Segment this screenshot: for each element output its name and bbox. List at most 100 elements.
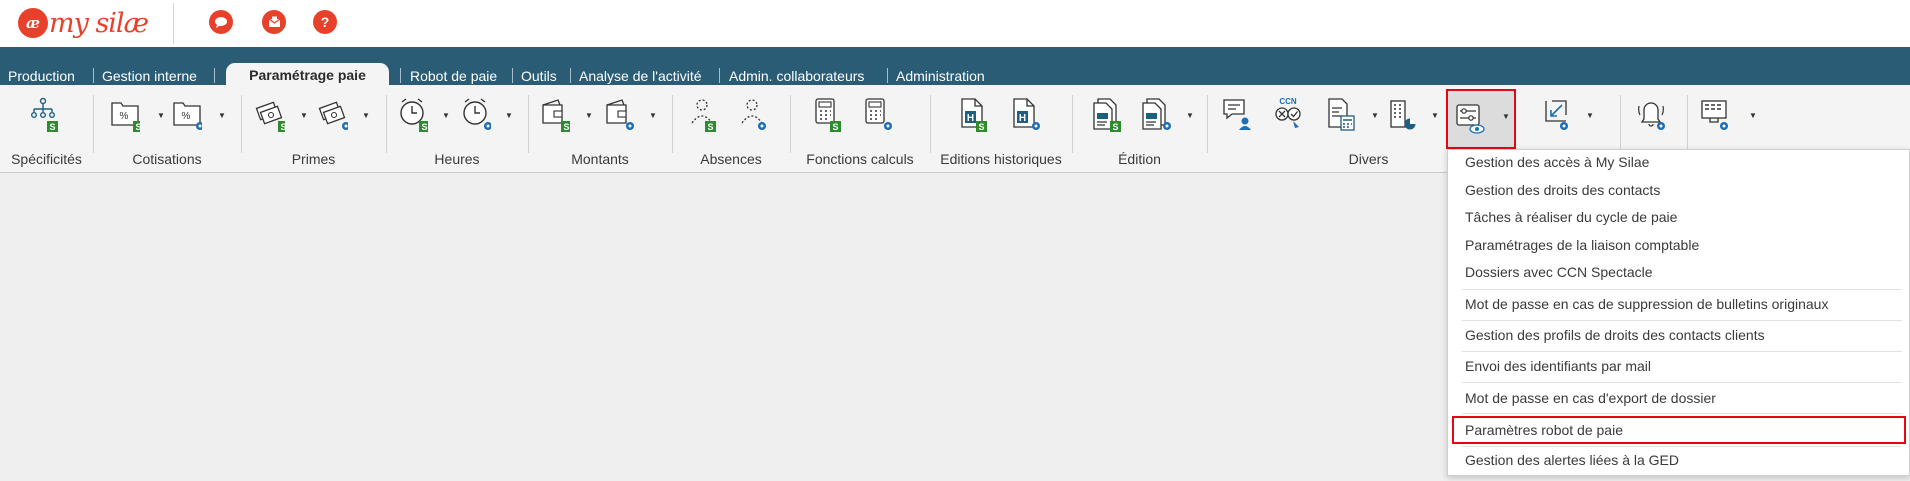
menu-item-droits-contacts[interactable]: Gestion des droits des contacts bbox=[1465, 180, 1660, 200]
chevron-down-icon[interactable]: ▼ bbox=[649, 111, 657, 120]
tab-administration[interactable]: Administration bbox=[896, 67, 985, 85]
mysilae-logo[interactable]: æ my silæ bbox=[18, 8, 149, 39]
tab-robot-de-paie[interactable]: Robot de paie bbox=[410, 67, 497, 85]
wallet-gear-icon bbox=[606, 99, 634, 130]
tab-outils[interactable]: Outils bbox=[521, 67, 557, 85]
svg-text:S: S bbox=[978, 122, 984, 132]
chevron-down-icon[interactable]: ▼ bbox=[157, 111, 165, 120]
fonctions-calculs-standard-button[interactable]: S bbox=[812, 97, 848, 139]
menu-item-ccn-spectacle[interactable]: Dossiers avec CCN Spectacle bbox=[1465, 262, 1653, 282]
group-label-specificites: Spécificités bbox=[11, 151, 82, 167]
tab-separator bbox=[512, 68, 513, 83]
tab-admin-collaborateurs[interactable]: Admin. collaborateurs bbox=[729, 67, 864, 85]
primes-standard-button[interactable]: S ▼ bbox=[255, 97, 308, 139]
folder-percent-icon: % S bbox=[111, 102, 140, 132]
menu-separator bbox=[1462, 289, 1902, 290]
group-label-edition: Édition bbox=[1118, 151, 1161, 167]
chevron-down-icon[interactable]: ▼ bbox=[1502, 112, 1510, 121]
clock-icon: S bbox=[400, 98, 428, 132]
svg-text:S: S bbox=[563, 122, 569, 132]
form-calculator-icon bbox=[1328, 98, 1355, 131]
absent-person-icon: S bbox=[691, 99, 716, 132]
cotisations-custom-button[interactable]: % ▼ bbox=[172, 97, 226, 139]
parametres-divers-button[interactable]: ▼ bbox=[1446, 89, 1516, 149]
group-label-primes: Primes bbox=[291, 151, 336, 167]
svg-text:H: H bbox=[967, 113, 974, 124]
menu-item-envoi-identifiants[interactable]: Envoi des identifiants par mail bbox=[1465, 356, 1651, 376]
folder-percent-gear-icon: % bbox=[173, 102, 202, 130]
logo-mark: æ bbox=[18, 8, 48, 38]
menu-item-acces-my-silae[interactable]: Gestion des accès à My Silae bbox=[1465, 152, 1649, 172]
menu-separator bbox=[1462, 382, 1902, 383]
absences-standard-button[interactable]: S bbox=[688, 97, 724, 139]
menu-item-parametres-robot-paie[interactable]: Paramètres robot de paie bbox=[1465, 420, 1623, 440]
contact-message-button[interactable] bbox=[1222, 97, 1258, 139]
chevron-down-icon[interactable]: ▼ bbox=[1749, 111, 1757, 120]
bell-gear-icon bbox=[1638, 102, 1665, 130]
ccn-icon: CCN bbox=[1275, 97, 1301, 128]
group-separator bbox=[241, 95, 242, 153]
tab-production[interactable]: Production bbox=[8, 67, 75, 85]
document-h-icon: H S bbox=[961, 98, 987, 132]
report-gear-icon bbox=[1142, 98, 1171, 130]
tab-parametrage-paie[interactable]: Paramétrage paie bbox=[226, 63, 389, 86]
settings-view-icon bbox=[1456, 104, 1485, 134]
group-label-cotisations: Cotisations bbox=[132, 151, 202, 167]
menu-item-mdp-export-dossier[interactable]: Mot de passe en cas d'export de dossier bbox=[1465, 388, 1716, 408]
menu-item-taches-cycle-paie[interactable]: Tâches à réaliser du cycle de paie bbox=[1465, 207, 1677, 227]
forms-button[interactable]: ▼ bbox=[1326, 97, 1379, 139]
top-divider bbox=[173, 3, 174, 44]
divers-dropdown-menu: Gestion des accès à My Silae Gestion des… bbox=[1447, 149, 1910, 476]
specificites-button[interactable]: S bbox=[28, 97, 68, 139]
editions-historiques-standard-button[interactable]: H S bbox=[958, 97, 994, 139]
alerts-settings-button[interactable] bbox=[1636, 97, 1676, 139]
help-icon[interactable]: ? bbox=[313, 10, 337, 34]
menu-item-liaison-comptable[interactable]: Paramétrages de la liaison comptable bbox=[1465, 235, 1699, 255]
group-separator bbox=[1620, 95, 1621, 153]
chevron-down-icon[interactable]: ▼ bbox=[300, 111, 308, 120]
mail-icon[interactable] bbox=[262, 10, 286, 34]
tab-analyse-activite[interactable]: Analyse de l'activité bbox=[579, 67, 702, 85]
edition-standard-button[interactable]: S bbox=[1092, 97, 1128, 139]
svg-text:S: S bbox=[280, 122, 285, 132]
menu-item-mdp-suppression-bulletins[interactable]: Mot de passe en cas de suppression de bu… bbox=[1465, 294, 1828, 314]
absences-custom-button[interactable] bbox=[738, 97, 774, 139]
menu-item-profils-droits-contacts[interactable]: Gestion des profils de droits des contac… bbox=[1465, 325, 1765, 345]
ccn-button[interactable]: CCN bbox=[1274, 97, 1310, 139]
chat-icon[interactable] bbox=[209, 10, 233, 34]
group-separator bbox=[1687, 95, 1688, 153]
chevron-down-icon[interactable]: ▼ bbox=[218, 111, 226, 120]
editions-historiques-custom-button[interactable]: H bbox=[1010, 97, 1046, 139]
group-separator bbox=[386, 95, 387, 153]
message-person-icon bbox=[1223, 99, 1251, 130]
tab-separator bbox=[887, 68, 888, 83]
svg-text:CCN: CCN bbox=[1279, 97, 1297, 106]
document-h-gear-icon: H bbox=[1013, 98, 1040, 130]
chevron-down-icon[interactable]: ▼ bbox=[442, 111, 450, 120]
montants-standard-button[interactable]: S ▼ bbox=[540, 97, 593, 139]
chevron-down-icon[interactable]: ▼ bbox=[505, 111, 513, 120]
top-bar: æ my silæ ? bbox=[0, 0, 1910, 47]
cotisations-standard-button[interactable]: % S ▼ bbox=[110, 97, 165, 139]
screen-settings-button[interactable]: ▼ bbox=[1700, 97, 1757, 139]
montants-custom-button[interactable]: ▼ bbox=[604, 97, 657, 139]
chevron-down-icon[interactable]: ▼ bbox=[1371, 111, 1379, 120]
chevron-down-icon[interactable]: ▼ bbox=[585, 111, 593, 120]
menu-item-alertes-ged[interactable]: Gestion des alertes liées à la GED bbox=[1465, 450, 1679, 470]
buildings-button[interactable]: ▼ bbox=[1387, 97, 1439, 139]
chevron-down-icon[interactable]: ▼ bbox=[1186, 111, 1194, 120]
group-label-editions-historiques: Editions historiques bbox=[940, 151, 1062, 167]
tab-gestion-interne[interactable]: Gestion interne bbox=[102, 67, 197, 85]
heures-standard-button[interactable]: S ▼ bbox=[398, 97, 450, 139]
chevron-down-icon[interactable]: ▼ bbox=[1431, 111, 1439, 120]
primes-custom-button[interactable]: ▼ bbox=[318, 97, 370, 139]
chevron-down-icon[interactable]: ▼ bbox=[362, 111, 370, 120]
import-export-button[interactable]: ▼ bbox=[1540, 97, 1594, 139]
svg-text:S: S bbox=[707, 122, 713, 132]
fonctions-calculs-custom-button[interactable] bbox=[862, 97, 898, 139]
group-separator bbox=[528, 95, 529, 153]
heures-custom-button[interactable]: ▼ bbox=[461, 97, 513, 139]
edition-custom-button[interactable]: ▼ bbox=[1141, 97, 1194, 139]
tab-separator bbox=[570, 68, 571, 83]
chevron-down-icon[interactable]: ▼ bbox=[1586, 111, 1594, 120]
